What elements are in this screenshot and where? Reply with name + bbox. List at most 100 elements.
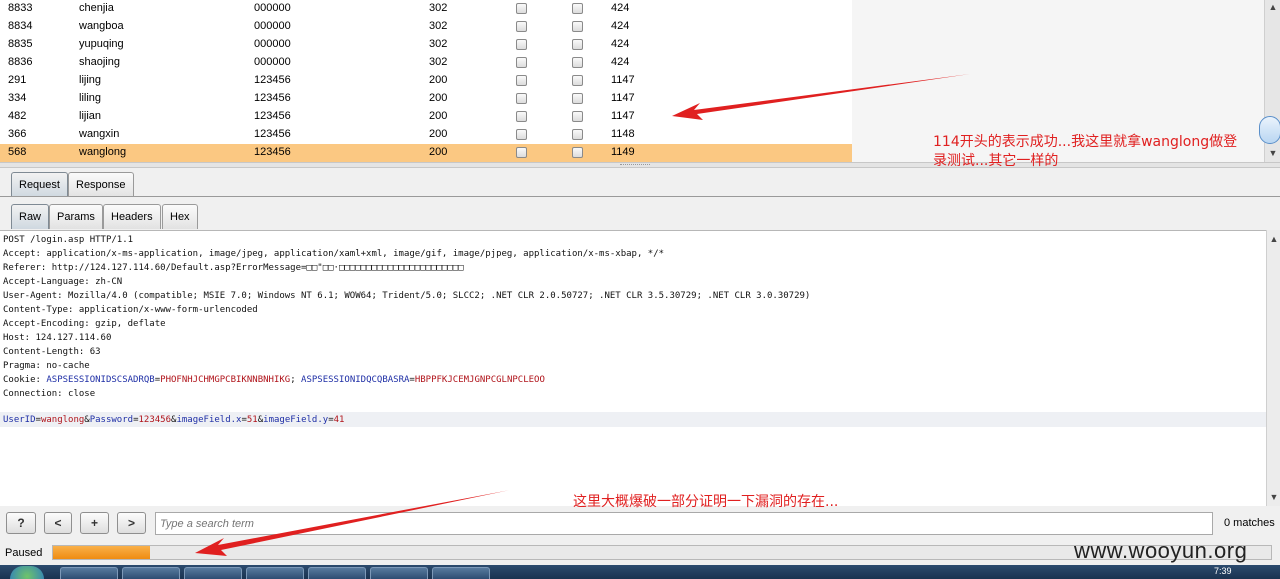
search-box[interactable] (155, 512, 1213, 535)
length-cell: 1148 (611, 128, 635, 140)
length-cell: 424 (611, 38, 630, 50)
table-row[interactable]: 482 lijian 123456 200 1147 (0, 108, 852, 126)
pane-splitter[interactable] (0, 162, 1280, 168)
username-cell: chenjia (79, 2, 114, 14)
username-cell: shaojing (79, 56, 120, 68)
header-connection: Connection: close (3, 389, 96, 399)
tab-hex[interactable]: Hex (162, 204, 198, 229)
scrollbar-thumb[interactable] (1259, 116, 1280, 144)
status-cell: 302 (429, 20, 448, 32)
previous-match-button[interactable]: < (44, 512, 72, 534)
password-cell: 000000 (254, 2, 291, 14)
request-number: 482 (8, 110, 27, 122)
table-row[interactable]: 291 lijing 123456 200 1147 (0, 72, 852, 90)
error-checkbox[interactable] (516, 57, 527, 68)
header-accept: Accept: application/x-ms-application, im… (3, 249, 665, 259)
timeout-checkbox[interactable] (572, 3, 583, 14)
error-checkbox[interactable] (516, 129, 527, 140)
scroll-up-icon[interactable]: ▲ (1268, 2, 1278, 12)
status-cell: 302 (429, 2, 448, 14)
username-cell: lijian (79, 110, 102, 122)
progress-fill (53, 546, 151, 559)
splitter-grip[interactable] (620, 164, 650, 166)
error-checkbox[interactable] (516, 111, 527, 122)
table-row[interactable]: 8833 chenjia 000000 302 424 (0, 0, 852, 18)
status-cell: 200 (429, 146, 448, 158)
error-checkbox[interactable] (516, 147, 527, 158)
timeout-checkbox[interactable] (572, 75, 583, 86)
watermark: www.wooyun.org (1074, 538, 1248, 563)
taskbar-app-3[interactable] (184, 567, 242, 579)
tab-raw[interactable]: Raw (11, 204, 50, 229)
table-row[interactable]: 8834 wangboa 000000 302 424 (0, 18, 852, 36)
error-checkbox[interactable] (516, 75, 527, 86)
timeout-checkbox[interactable] (572, 39, 583, 50)
request-number: 8835 (8, 38, 33, 50)
length-cell: 1147 (611, 110, 635, 122)
annotation-note-2: 这里大概爆破一部分证明一下漏洞的存在... (573, 494, 839, 510)
taskbar-app-1[interactable] (60, 567, 118, 579)
request-number: 8836 (8, 56, 33, 68)
username-cell: yupuqing (79, 38, 124, 50)
password-cell: 000000 (254, 20, 291, 32)
search-input[interactable] (160, 515, 1208, 532)
timeout-checkbox[interactable] (572, 57, 583, 68)
status-cell: 200 (429, 92, 448, 104)
raw-vertical-scrollbar[interactable]: ▲ ▼ (1266, 230, 1280, 506)
param-name: UserID (3, 415, 36, 425)
tab-params[interactable]: Params (49, 204, 103, 229)
cookie-value-1: PHOFNHJCHMGPCBIKNNBNHIKG (160, 375, 291, 385)
taskbar-app-5[interactable] (308, 567, 366, 579)
username-cell: lijing (79, 74, 102, 86)
param-name: imageField.y (263, 415, 329, 425)
param-value: wanglong (40, 415, 85, 425)
table-row[interactable]: 8835 yupuqing 000000 302 424 (0, 36, 852, 54)
timeout-checkbox[interactable] (572, 111, 583, 122)
error-checkbox[interactable] (516, 39, 527, 50)
table-row[interactable]: 366 wangxin 123456 200 1148 (0, 126, 852, 144)
results-table-body: 8833 chenjia 000000 302 424 8834 wangboa 000000… (0, 0, 852, 162)
password-cell: 123456 (254, 74, 291, 86)
length-cell: 424 (611, 20, 630, 32)
error-checkbox[interactable] (516, 3, 527, 14)
error-checkbox[interactable] (516, 21, 527, 32)
param-value: 51 (246, 415, 258, 425)
header-referer: Referer: http://124.127.114.60/Default.a… (3, 263, 464, 273)
table-row[interactable]: 8836 shaojing 000000 302 424 (0, 54, 852, 72)
start-button-icon[interactable] (10, 566, 44, 579)
error-checkbox[interactable] (516, 93, 527, 104)
tab-response[interactable]: Response (68, 172, 134, 197)
taskbar-app-7[interactable] (432, 567, 490, 579)
scroll-down-icon[interactable]: ▼ (1269, 492, 1279, 502)
timeout-checkbox[interactable] (572, 21, 583, 32)
username-cell: wangboa (79, 20, 124, 32)
timeout-checkbox[interactable] (572, 93, 583, 104)
tab-request[interactable]: Request (11, 172, 68, 197)
taskbar-app-6[interactable] (370, 567, 428, 579)
table-row[interactable]: 568 wanglong 123456 200 1149 (0, 144, 852, 162)
taskbar-app-4[interactable] (246, 567, 304, 579)
taskbar-app-2[interactable] (122, 567, 180, 579)
request-body: UserID=wanglong&Password=123456&imageFie… (3, 413, 344, 427)
scroll-down-icon[interactable]: ▼ (1268, 148, 1278, 158)
raw-request-editor[interactable]: POST /login.asp HTTP/1.1 Accept: applica… (0, 230, 1266, 506)
add-button[interactable]: + (80, 512, 109, 534)
header-pragma: Pragma: no-cache (3, 361, 90, 371)
timeout-checkbox[interactable] (572, 147, 583, 158)
next-match-button[interactable]: > (117, 512, 146, 534)
tab-headers[interactable]: Headers (103, 204, 161, 229)
length-cell: 424 (611, 56, 630, 68)
username-cell: liling (79, 92, 102, 104)
help-button[interactable]: ? (6, 512, 36, 534)
request-number: 334 (8, 92, 27, 104)
password-cell: 000000 (254, 56, 291, 68)
param-name: Password (89, 415, 134, 425)
annotation-note-1-line-2: 录测试...其它一样的 (933, 153, 1059, 169)
results-vertical-scrollbar[interactable]: ▲ ▼ (1259, 0, 1280, 162)
timeout-checkbox[interactable] (572, 129, 583, 140)
header-accept-language: Accept-Language: zh-CN (3, 277, 123, 287)
table-row[interactable]: 334 liling 123456 200 1147 (0, 90, 852, 108)
request-number: 366 (8, 128, 27, 140)
scroll-up-icon[interactable]: ▲ (1269, 234, 1279, 244)
status-cell: 200 (429, 110, 448, 122)
